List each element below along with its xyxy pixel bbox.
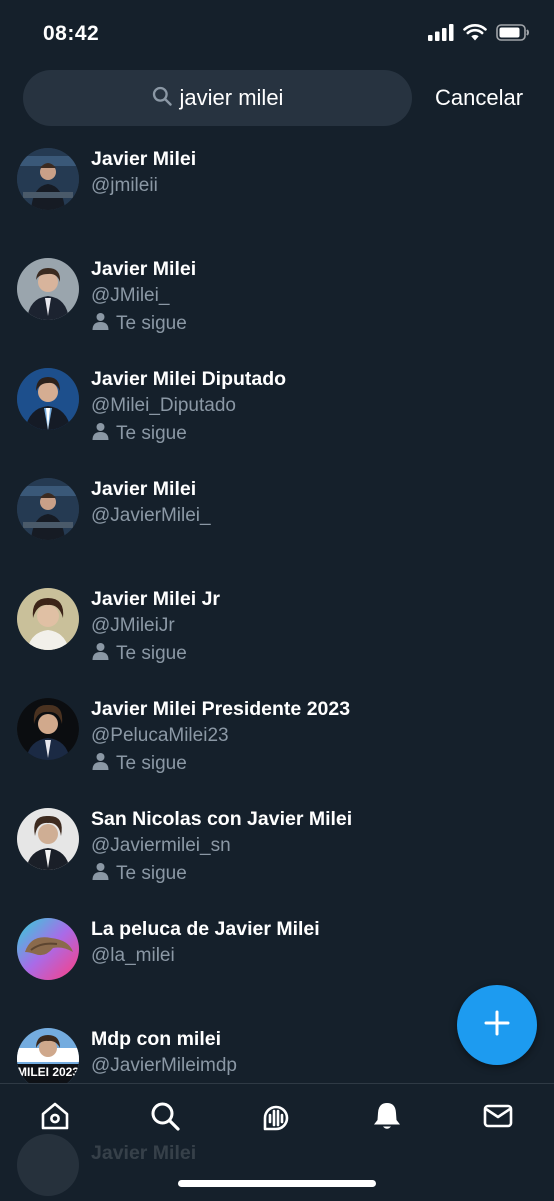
avatar[interactable] <box>17 698 79 760</box>
avatar[interactable] <box>17 588 79 650</box>
avatar[interactable] <box>17 368 79 430</box>
person-icon <box>92 312 109 336</box>
result-name: Javier Milei <box>91 148 197 170</box>
avatar[interactable] <box>17 258 79 320</box>
result-name: Mdp con milei <box>91 1028 222 1050</box>
result-name: Javier Milei Jr <box>91 588 220 610</box>
battery-icon <box>496 24 530 46</box>
result-name: Javier Milei Diputado <box>91 368 287 390</box>
faded-result-item: Javier Milei <box>0 1130 554 1200</box>
person-icon <box>92 642 109 666</box>
result-name: Javier Milei <box>91 1142 197 1164</box>
cancel-button[interactable]: Cancelar <box>435 85 523 111</box>
result-handle: @Javiermilei_sn <box>91 835 231 856</box>
person-icon <box>92 752 109 776</box>
result-item[interactable]: San Nicolas con Javier Milei @Javiermile… <box>0 798 554 908</box>
search-input[interactable]: javier milei <box>23 70 412 126</box>
person-icon <box>92 422 109 446</box>
result-name: Javier Milei Presidente 2023 <box>91 698 351 720</box>
avatar <box>17 1134 79 1196</box>
result-handle: @la_milei <box>91 945 175 966</box>
result-name: Javier Milei <box>91 258 197 280</box>
follows-you-indicator: Te sigue <box>92 422 187 446</box>
follows-you-label: Te sigue <box>116 753 187 774</box>
result-name: San Nicolas con Javier Milei <box>91 808 353 830</box>
follows-you-indicator: Te sigue <box>92 642 187 666</box>
avatar[interactable] <box>17 808 79 870</box>
status-bar: 08:42 <box>0 0 554 70</box>
result-name: La peluca de Javier Milei <box>91 918 320 940</box>
result-item[interactable]: Javier Milei Jr @JMileiJr Te sigue <box>0 578 554 688</box>
result-item[interactable]: Javier Milei Presidente 2023 @PelucaMile… <box>0 688 554 798</box>
signal-icon <box>428 24 454 46</box>
result-item[interactable]: Javier Milei @JavierMilei_ <box>0 468 554 578</box>
result-handle: @JavierMileimdp <box>91 1055 237 1076</box>
status-icons <box>428 24 530 46</box>
result-handle: @JavierMilei_ <box>91 505 211 526</box>
follows-you-indicator: Te sigue <box>92 312 187 336</box>
follows-you-label: Te sigue <box>116 313 187 334</box>
result-name: Javier Milei <box>91 478 197 500</box>
follows-you-indicator: Te sigue <box>92 862 187 886</box>
avatar[interactable] <box>17 918 79 980</box>
result-handle: @jmileii <box>91 175 158 196</box>
search-results[interactable]: Javier Milei @jmileii Javier Milei @JMil… <box>0 138 554 1083</box>
result-handle: @PelucaMilei23 <box>91 725 229 746</box>
follows-you-label: Te sigue <box>116 423 187 444</box>
search-query: javier milei <box>179 85 284 110</box>
result-item[interactable]: Javier Milei @jmileii <box>0 138 554 248</box>
plus-icon <box>483 1009 511 1042</box>
search-row: javier milei Cancelar <box>0 70 554 128</box>
follows-you-label: Te sigue <box>116 643 187 664</box>
result-item[interactable]: Javier Milei @JMilei_ Te sigue <box>0 248 554 358</box>
result-handle: @JMileiJr <box>91 615 175 636</box>
result-item[interactable]: Javier Milei Diputado @Milei_Diputado Te… <box>0 358 554 468</box>
svg-text:MILEI 2023: MILEI 2023 <box>17 1065 79 1079</box>
avatar[interactable]: MILEI 2023 <box>17 1028 79 1083</box>
follows-you-label: Te sigue <box>116 863 187 884</box>
follows-you-indicator: Te sigue <box>92 752 187 776</box>
result-handle: @JMilei_ <box>91 285 170 306</box>
result-handle: @Milei_Diputado <box>91 395 236 416</box>
compose-button[interactable] <box>457 985 537 1065</box>
home-indicator <box>178 1180 376 1187</box>
wifi-icon <box>463 24 487 46</box>
avatar[interactable] <box>17 148 79 210</box>
status-time: 08:42 <box>43 22 100 45</box>
search-icon <box>152 86 172 111</box>
avatar[interactable] <box>17 478 79 540</box>
person-icon <box>92 862 109 886</box>
